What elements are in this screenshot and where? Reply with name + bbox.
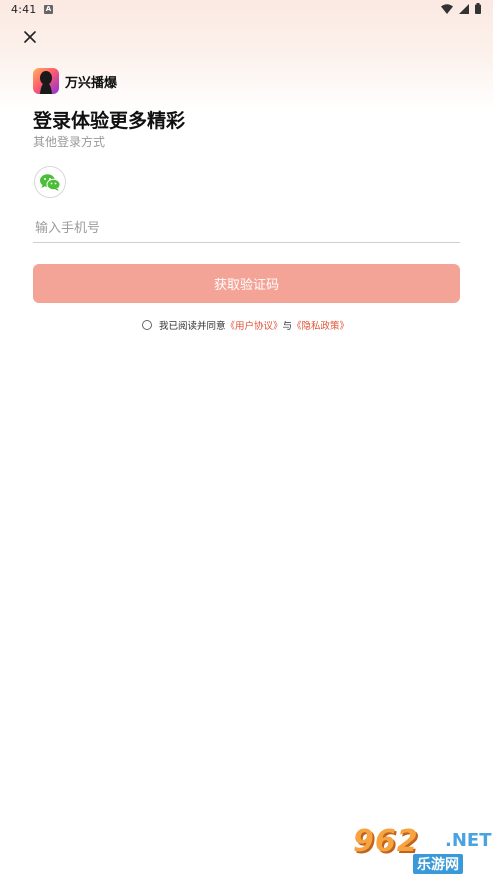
page-title: 登录体验更多精彩 xyxy=(33,110,186,132)
privacy-policy-link[interactable]: 《隐私政策》 xyxy=(292,318,349,332)
brand: 万兴播爆 xyxy=(33,68,117,94)
status-bar: 4:41 A xyxy=(0,0,493,20)
app-logo xyxy=(33,68,59,94)
status-time: 4:41 xyxy=(11,3,37,16)
agree-radio[interactable] xyxy=(142,320,152,330)
agreement-connector: 与 xyxy=(282,321,293,332)
agreement-prefix: 我已阅读并同意 xyxy=(159,321,226,332)
notification-badge: A xyxy=(44,5,53,14)
other-login-label: 其他登录方式 xyxy=(33,135,106,149)
close-icon xyxy=(24,31,36,43)
agreement-row: 我已阅读并同意 《用户协议》 与 《隐私政策》 xyxy=(142,318,349,332)
wechat-icon xyxy=(40,173,61,191)
phone-input[interactable] xyxy=(33,214,460,243)
watermark-number: 962 xyxy=(353,824,419,859)
battery-icon xyxy=(475,3,481,14)
status-icons xyxy=(441,3,481,14)
signal-icon xyxy=(459,3,469,14)
wechat-login-button[interactable] xyxy=(34,166,66,198)
watermark-logo: 962 .NET 乐游网 xyxy=(353,824,491,874)
close-button[interactable] xyxy=(19,26,41,48)
watermark-cn: 乐游网 xyxy=(413,854,463,874)
brand-name: 万兴播爆 xyxy=(65,75,118,91)
watermark-suffix: .NET xyxy=(445,830,492,851)
wifi-icon xyxy=(441,3,453,14)
get-code-button[interactable]: 获取验证码 xyxy=(33,264,460,303)
user-agreement-link[interactable]: 《用户协议》 xyxy=(226,318,283,332)
